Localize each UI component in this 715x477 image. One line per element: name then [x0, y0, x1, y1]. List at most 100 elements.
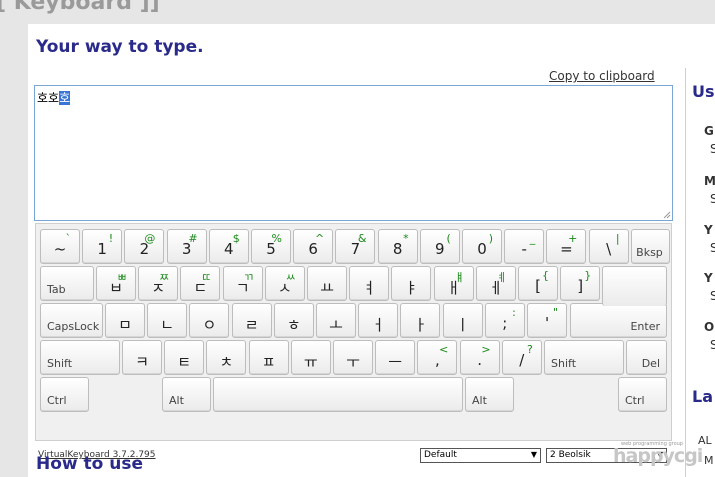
- key-shift-char: ^: [314, 232, 325, 245]
- key-8[interactable]: 8 *: [377, 229, 418, 264]
- sidebar-item-text: S: [710, 241, 715, 255]
- key-ㅛ[interactable]: ㅛ: [307, 266, 347, 301]
- tab-key[interactable]: Tab: [40, 266, 94, 301]
- key-1[interactable]: 1!: [82, 229, 123, 264]
- key-=[interactable]: = +: [546, 229, 587, 264]
- key-main-char: 0: [477, 240, 487, 258]
- key-shift-char: <: [439, 343, 449, 356]
- shift-left-key[interactable]: Shift: [40, 340, 120, 375]
- key-ㅂ[interactable]: ㅂㅃ: [96, 266, 136, 301]
- copy-to-clipboard-link[interactable]: Copy to clipboard: [549, 69, 655, 83]
- dropdown-arrow-icon: ▼: [530, 450, 537, 459]
- key-shift-char: @: [144, 232, 156, 245]
- key-ㄷ[interactable]: ㄷㄸ: [180, 266, 221, 301]
- key-ㅎ[interactable]: ㅎ: [273, 303, 314, 338]
- key-6[interactable]: 6 ^: [293, 229, 334, 264]
- backspace-key[interactable]: Bksp: [630, 229, 670, 264]
- ctrl-right-key[interactable]: Ctrl: [618, 377, 667, 412]
- key-main-char: 3: [181, 240, 192, 258]
- key-ㅕ[interactable]: ㅕ: [349, 266, 390, 301]
- ctrl-left-key[interactable]: Ctrl: [40, 377, 89, 412]
- left-gutter: [0, 24, 28, 477]
- key-,[interactable]: , <: [417, 340, 458, 375]
- typing-textarea[interactable]: 호호호: [34, 85, 673, 221]
- key-'[interactable]: ' ": [527, 303, 567, 338]
- key-main-char: 6: [308, 240, 318, 258]
- delete-key[interactable]: Del: [626, 340, 667, 375]
- resize-grip-icon[interactable]: [663, 211, 671, 219]
- key-shift-char: &: [357, 232, 367, 245]
- key-shift-char: _: [529, 232, 536, 245]
- key-2[interactable]: 2 @: [124, 229, 165, 264]
- key-main-char: ㅏ: [413, 316, 428, 334]
- key-ㅡ[interactable]: ㅡ: [375, 340, 416, 375]
- key-.[interactable]: . >: [459, 340, 500, 375]
- key-ㅁ[interactable]: ㅁ: [105, 303, 145, 338]
- typed-text-selection: 호: [59, 91, 71, 105]
- key-ㅠ[interactable]: ㅠ: [290, 340, 331, 375]
- key-ㅐ[interactable]: ㅐㅒ: [433, 266, 474, 301]
- key-ㅅ[interactable]: ㅅㅆ: [264, 266, 305, 301]
- sidebar-layout-item[interactable]: M: [704, 454, 714, 467]
- key-shift-char: ): [488, 232, 493, 245]
- key-function-label: Tab: [47, 283, 66, 296]
- key-ㄹ[interactable]: ㄹ: [231, 303, 272, 338]
- alt-right-key[interactable]: Alt: [465, 377, 514, 412]
- key-main-char: =: [560, 240, 573, 258]
- key-ㅋ[interactable]: ㅋ: [122, 340, 162, 375]
- key-ㅓ[interactable]: ㅓ: [358, 303, 399, 338]
- key-ㅈ[interactable]: ㅈㅉ: [138, 266, 179, 301]
- key-3[interactable]: 3 #: [166, 229, 207, 264]
- key-ㄱ[interactable]: ㄱㄲ: [222, 266, 263, 301]
- key-~[interactable]: ~ `: [40, 229, 80, 264]
- key-[[interactable]: [{: [518, 266, 558, 301]
- page-header-title: [ Keyboard ]]: [0, 0, 160, 15]
- top-header-bar: [ Keyboard ]]: [0, 0, 715, 24]
- sidebar-item-text: S: [710, 289, 715, 303]
- key-ㅜ[interactable]: ㅜ: [333, 340, 373, 375]
- sidebar-item-text: S: [710, 142, 715, 156]
- key-ㄴ[interactable]: ㄴ: [147, 303, 188, 338]
- key-function-label: Ctrl: [47, 394, 67, 407]
- key-4[interactable]: 4 $: [208, 229, 249, 264]
- key-ㅣ[interactable]: ㅣ: [442, 303, 483, 338]
- key-ㅍ[interactable]: ㅍ: [248, 340, 289, 375]
- key-shift-char: {: [542, 269, 549, 282]
- key-][interactable]: ]}: [560, 266, 601, 301]
- key-ㅑ[interactable]: ㅑ: [391, 266, 432, 301]
- key-9[interactable]: 9(: [419, 229, 460, 264]
- key-ㅌ[interactable]: ㅌ: [164, 340, 205, 375]
- key-7[interactable]: 7 &: [335, 229, 376, 264]
- key--[interactable]: - _: [504, 229, 545, 264]
- shift-right-key[interactable]: Shift: [544, 340, 624, 375]
- key-ㅏ[interactable]: ㅏ: [400, 303, 441, 338]
- key-shift-char: }: [584, 269, 592, 282]
- key-ㅊ[interactable]: ㅊ: [206, 340, 247, 375]
- enter-key[interactable]: Enter: [570, 303, 667, 338]
- key-5[interactable]: 5%: [251, 229, 291, 264]
- key-shift-char: :: [512, 306, 516, 319]
- key-;[interactable]: ;:: [484, 303, 525, 338]
- key-\[interactable]: \ |: [588, 229, 629, 264]
- spacebar-key[interactable]: [213, 377, 463, 412]
- sidebar-heading-usage: Us: [692, 82, 715, 101]
- skin-select[interactable]: Default ▼: [420, 448, 541, 463]
- key-main-char: ㅎ: [286, 316, 301, 334]
- key-shift-char: ㅃ: [116, 271, 127, 284]
- key-shift-char: (: [446, 232, 451, 245]
- key-shift-char: ㅒ: [454, 271, 465, 284]
- enter-key-upper[interactable]: [602, 266, 667, 306]
- key-main-char: ㅕ: [362, 279, 377, 297]
- key-ㅗ[interactable]: ㅗ: [316, 303, 356, 338]
- alt-left-key[interactable]: Alt: [162, 377, 211, 412]
- key-shift-char: ㄲ: [243, 271, 254, 284]
- key-0[interactable]: 0): [462, 229, 502, 264]
- typed-text: 호호호: [37, 89, 71, 106]
- key-shift-char: !: [108, 232, 114, 245]
- key-main-char: ㅗ: [329, 316, 343, 334]
- key-ㅔ[interactable]: ㅔㅖ: [475, 266, 516, 301]
- capslock-key[interactable]: CapsLock: [40, 303, 103, 338]
- key-ㅇ[interactable]: ㅇ: [189, 303, 230, 338]
- key-/[interactable]: /?: [501, 340, 542, 375]
- key-main-char: ㅑ: [404, 279, 419, 297]
